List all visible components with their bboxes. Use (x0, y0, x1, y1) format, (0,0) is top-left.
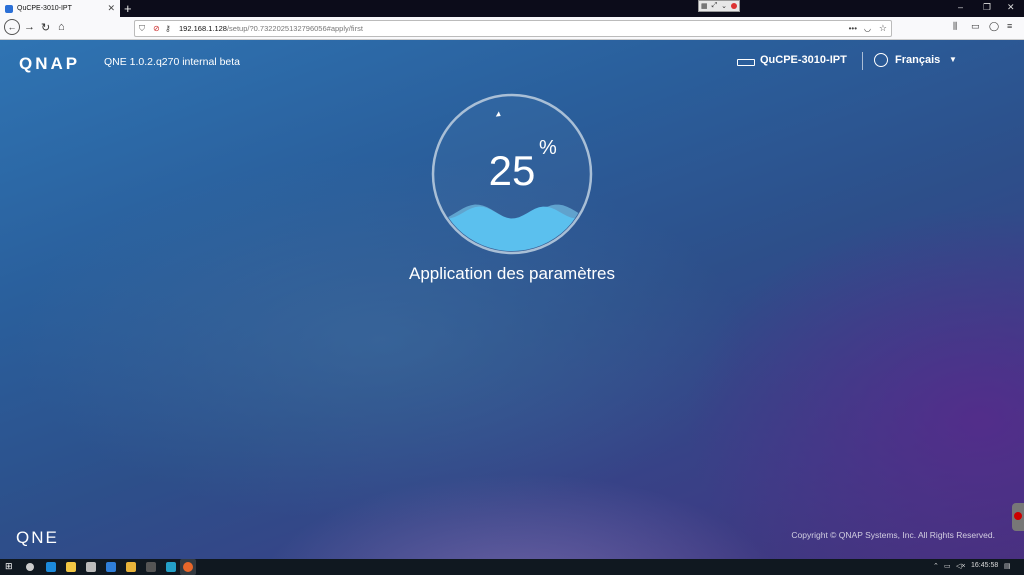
address-bar[interactable]: ⛉ ⊘ ⚷ 192.168.1.128/setup/?0.73220251327… (134, 20, 892, 37)
close-tab-icon[interactable]: ✕ (107, 3, 115, 14)
qnap-favicon-icon (5, 4, 13, 13)
windows-start-icon[interactable]: ⊞ (5, 561, 15, 571)
insecure-lock-icon[interactable]: ⊘ (153, 21, 160, 36)
notifications-icon[interactable]: ▤ (1004, 562, 1011, 570)
chevron-down-icon[interactable]: ⌄ (721, 2, 727, 10)
record-dot-icon[interactable] (731, 3, 737, 9)
library-icon[interactable]: ⫼ (953, 21, 957, 32)
file-explorer-icon[interactable] (66, 562, 76, 572)
shield-icon[interactable]: ⛉ (139, 21, 145, 36)
caret-down-icon[interactable]: ▼ (949, 55, 957, 64)
store-icon[interactable] (86, 562, 96, 572)
record-dot-icon[interactable] (1014, 512, 1022, 520)
key-icon[interactable]: ⚷ (165, 21, 171, 36)
grid-icon[interactable]: ▦ (701, 2, 708, 10)
qne-logo: QNE (16, 528, 59, 547)
firefox-taskbar-item[interactable] (180, 559, 196, 575)
forward-button[interactable]: → (24, 21, 35, 33)
restore-icon[interactable]: ❐ (983, 2, 991, 13)
tab-title: QuCPE-3010-IPT (17, 5, 72, 12)
tab-strip: QuCPE-3010-IPT ✕ + ▦ ⤢ ⌄ – ❐ ✕ (0, 0, 1024, 17)
back-button[interactable]: ← (4, 19, 20, 35)
header-divider (862, 52, 863, 70)
device-icon (737, 59, 755, 66)
globe-icon[interactable] (874, 53, 888, 67)
progress-circle: 25 % (431, 93, 593, 255)
taskbar: ⊞ ⌃ ▭ ◁× 16:45:58 ▤ (0, 559, 1024, 575)
network-icon[interactable]: ▭ (944, 562, 951, 570)
setup-page: QNAP QNE 1.0.2.q270 internal beta QuCPE-… (0, 40, 1024, 559)
edge-icon[interactable] (46, 562, 56, 572)
tray-chevron-icon[interactable]: ⌃ (933, 562, 939, 570)
expand-icon[interactable]: ⤢ (712, 2, 718, 10)
device-name: QuCPE-3010-IPT (760, 54, 847, 66)
floating-widget[interactable] (1012, 503, 1024, 531)
qfinder-icon[interactable] (166, 562, 176, 572)
remote-session-toolbar[interactable]: ▦ ⤢ ⌄ (698, 0, 740, 12)
copyright-text: Copyright © QNAP Systems, Inc. All Right… (791, 530, 995, 540)
tab-qucpe[interactable]: QuCPE-3010-IPT ✕ (0, 0, 120, 17)
new-tab-button[interactable]: + (124, 1, 132, 16)
url-text[interactable]: 192.168.1.128/setup/?0.7322025132796056#… (179, 21, 363, 36)
sidebar-icon[interactable]: ▭ (971, 21, 980, 32)
qnap-logo: QNAP (19, 54, 81, 73)
progress-status: Application des paramètres (408, 264, 615, 283)
pocket-icon[interactable]: ◡ (864, 21, 871, 36)
navigation-bar: ← → ↻ ⌂ ⛉ ⊘ ⚷ 192.168.1.128/setup/?0.732… (0, 17, 1024, 40)
firefox-icon (183, 562, 193, 572)
close-window-icon[interactable]: ✕ (1007, 2, 1015, 13)
search-icon[interactable] (26, 563, 34, 571)
firmware-version: QNE 1.0.2.q270 internal beta (104, 56, 241, 68)
reload-button[interactable]: ↻ (41, 21, 50, 34)
bookmark-star-icon[interactable]: ☆ (879, 21, 887, 36)
home-button[interactable]: ⌂ (58, 21, 65, 33)
mail-icon[interactable] (106, 562, 116, 572)
terminal-icon[interactable] (146, 562, 156, 572)
menu-icon[interactable]: ≡ (1007, 21, 1012, 31)
minimize-icon[interactable]: – (958, 2, 963, 12)
page-actions-icon[interactable]: ••• (849, 21, 857, 36)
account-icon[interactable]: ◯ (989, 21, 999, 32)
clock[interactable]: 16:45:58 (971, 562, 998, 569)
volume-icon[interactable]: ◁× (956, 562, 965, 570)
progress-percent: 25 (488, 147, 536, 194)
language-selector[interactable]: Français (895, 54, 940, 66)
percent-sign: % (539, 137, 557, 159)
app-icon[interactable] (126, 562, 136, 572)
